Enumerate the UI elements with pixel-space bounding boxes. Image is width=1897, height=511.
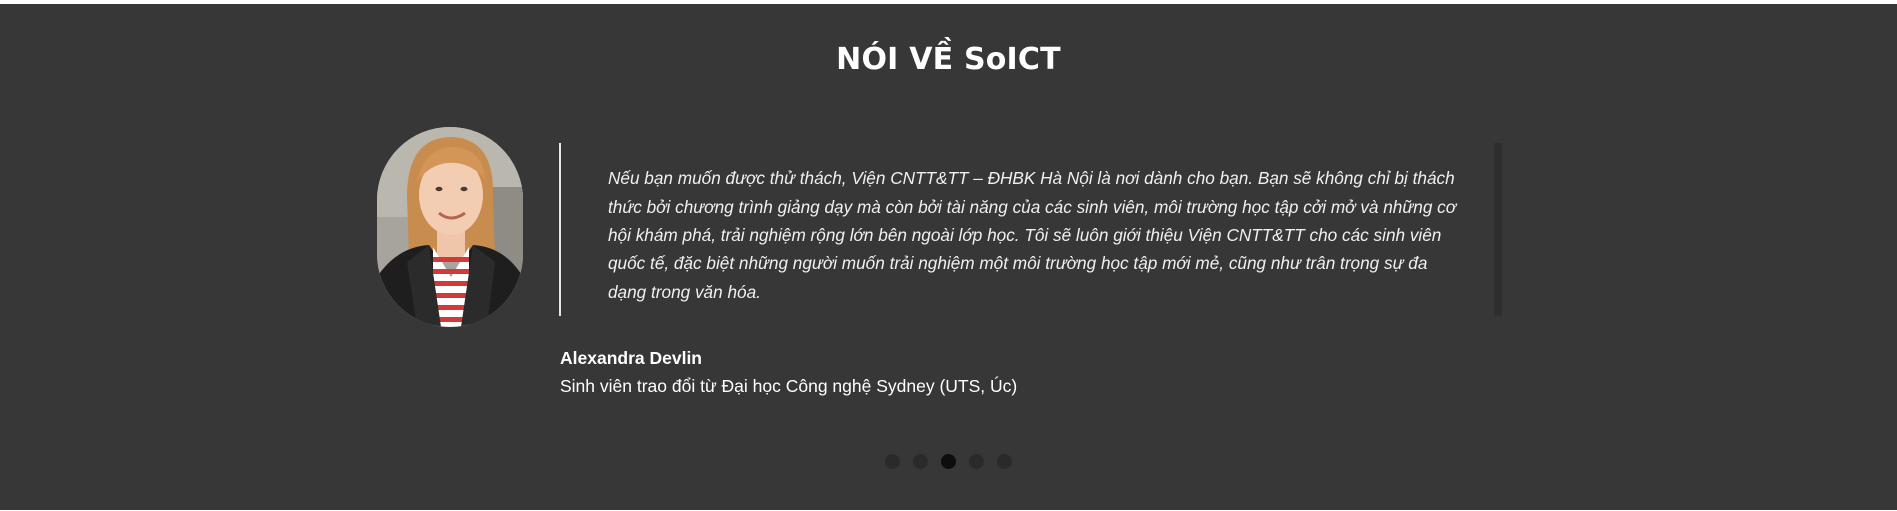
quote-divider [559, 143, 561, 316]
carousel-dot-3[interactable] [941, 454, 956, 469]
carousel-dot-1[interactable] [885, 454, 900, 469]
carousel-pagination [0, 454, 1897, 469]
testimonials-section: NÓI VỀ SoICT Nếu bạn muốn được thử thách… [0, 4, 1897, 510]
testimonial-quote: Nếu bạn muốn được thử thách, Viện CNTT&T… [608, 168, 1457, 302]
quote-scrollbar[interactable] [1494, 143, 1502, 316]
carousel-dot-4[interactable] [969, 454, 984, 469]
carousel-dot-5[interactable] [997, 454, 1012, 469]
student-portrait-photo [377, 127, 523, 327]
testimonial-author-role: Sinh viên trao đổi từ Đại học Công nghệ … [560, 376, 1018, 396]
section-title: NÓI VỀ SoICT [836, 42, 1061, 77]
testimonial-avatar [377, 127, 523, 327]
testimonial-author-name: Alexandra Devlin [560, 348, 702, 368]
carousel-dot-2[interactable] [913, 454, 928, 469]
